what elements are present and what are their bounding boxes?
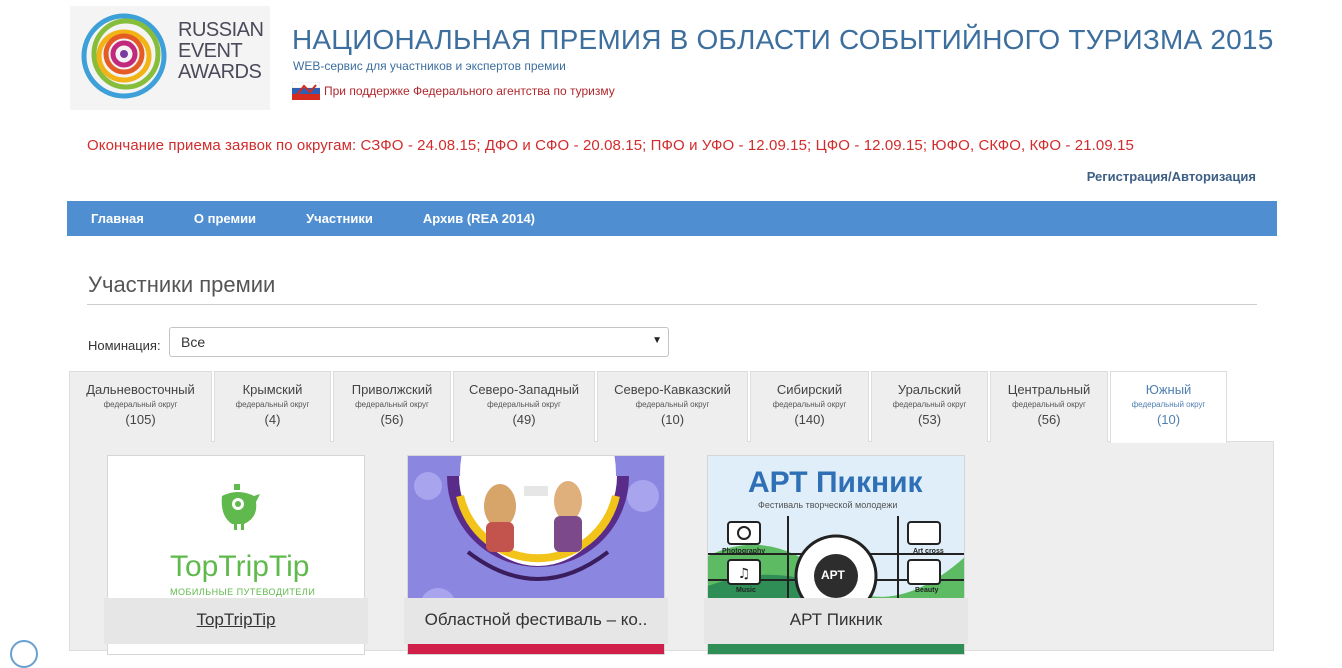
nomination-label: Номинация: (88, 338, 161, 353)
tab-sublabel: федеральный округ (892, 400, 967, 409)
tab-count: (10) (660, 412, 685, 427)
art-icon-label: Photography (722, 548, 766, 555)
tab-label: Сибирский (776, 382, 843, 397)
art-center-badge: АРТ (821, 568, 845, 582)
tab-sublabel: федеральный округ (487, 400, 561, 409)
tab-label: Дальневосточный (86, 382, 195, 397)
tab-volga[interactable]: Приволжский федеральный округ (56) (333, 371, 451, 442)
support-text: При поддержке Федерального агентства по … (324, 84, 615, 98)
card-caption-toptriptip[interactable]: TopTripTip (104, 598, 368, 644)
tab-count: (53) (917, 412, 942, 427)
deadline-notice: Окончание приема заявок по округам: СЗФО… (87, 137, 1134, 154)
tab-sublabel: федеральный округ (355, 400, 429, 409)
card-caption-festival[interactable]: Областной фестиваль – ко.. (404, 598, 668, 644)
tab-count: (140) (794, 412, 825, 427)
nav-about[interactable]: О премии (194, 211, 256, 226)
tab-label: Уральский (897, 382, 962, 397)
art-icon-label: Music (736, 587, 756, 594)
tab-sublabel: федеральный округ (103, 400, 178, 409)
tab-sublabel: федеральный округ (1012, 400, 1086, 409)
tab-southern[interactable]: Южный федеральный округ (10) (1110, 371, 1227, 443)
nav-home[interactable]: Главная (91, 211, 144, 226)
tab-label: Крымский (242, 382, 303, 397)
tab-far-eastern[interactable]: Дальневосточный федеральный округ (105) (69, 371, 212, 442)
support-banner[interactable]: При поддержке Федерального агентства по … (292, 82, 615, 100)
nav-archive[interactable]: Архив (REA 2014) (423, 211, 535, 226)
logo-swirl-icon (81, 13, 167, 99)
tab-crimean[interactable]: Крымский федеральный округ (4) (214, 371, 331, 442)
tab-siberian[interactable]: Сибирский федеральный округ (140) (750, 371, 869, 442)
tab-northwestern[interactable]: Северо-Западный федеральный округ (49) (453, 371, 595, 442)
tab-count: (49) (512, 412, 536, 427)
tab-ural[interactable]: Уральский федеральный округ (53) (871, 371, 988, 442)
logo[interactable]: RUSSIAN EVENT AWARDS (70, 6, 270, 110)
tab-count: (56) (1037, 412, 1061, 427)
caret-down-icon: ▼ (652, 335, 662, 346)
main-navbar: Главная О премии Участники Архив (REA 20… (67, 201, 1277, 236)
tab-label: Северо-Кавказский (614, 382, 731, 397)
art-picnic-logo-text: АРТ Пикник (748, 466, 923, 499)
bird-logo-icon (221, 484, 260, 530)
auth-link[interactable]: Регистрация/Авторизация (1087, 169, 1256, 184)
tab-sublabel: федеральный округ (1131, 400, 1206, 409)
rosturism-flag-icon (292, 82, 320, 100)
heading-divider (87, 304, 1257, 305)
nomination-select-value: Все (181, 334, 206, 350)
tab-sublabel: федеральный округ (235, 400, 310, 409)
art-icon-label: Art cross (913, 548, 944, 555)
art-icon-label: Beauty (915, 587, 939, 594)
tab-label: Приволжский (351, 382, 433, 397)
nav-participants[interactable]: Участники (306, 211, 373, 226)
toptriptip-logo-sub: МОБИЛЬНЫЕ ПУТЕВОДИТЕЛИ (170, 587, 316, 597)
tab-label: Центральный (1007, 382, 1091, 397)
tab-count: (10) (1156, 412, 1181, 427)
scroll-to-top-icon[interactable] (10, 640, 38, 668)
tab-label: Южный (1145, 382, 1192, 397)
tab-count: (4) (264, 412, 281, 427)
card-caption-art-picnic[interactable]: АРТ Пикник (704, 598, 968, 644)
svg-text:♫: ♫ (738, 566, 751, 582)
tab-count: (105) (125, 412, 156, 427)
toptriptip-logo-text: TopTripTip (170, 550, 310, 583)
page-heading: Участники премии (88, 272, 276, 297)
tab-north-caucasian[interactable]: Северо-Кавказский федеральный округ (10) (597, 371, 748, 442)
tab-central[interactable]: Центральный федеральный округ (56) (990, 371, 1108, 442)
tab-count: (56) (380, 412, 404, 427)
nomination-select[interactable]: Все ▼ (169, 327, 669, 357)
site-subtitle: WEB-сервис для участников и экспертов пр… (293, 59, 566, 73)
site-title: НАЦИОНАЛЬНАЯ ПРЕМИЯ В ОБЛАСТИ СОБЫТИЙНОГ… (292, 24, 1274, 55)
card-caption-link[interactable]: TopTripTip (196, 610, 275, 629)
art-picnic-logo-sub: Фестиваль творческой молодежи (758, 500, 898, 510)
tab-sublabel: федеральный округ (772, 400, 847, 409)
tab-label: Северо-Западный (468, 382, 580, 397)
logo-wordmark: RUSSIAN EVENT AWARDS (178, 19, 264, 83)
tab-sublabel: федеральный округ (635, 400, 710, 409)
